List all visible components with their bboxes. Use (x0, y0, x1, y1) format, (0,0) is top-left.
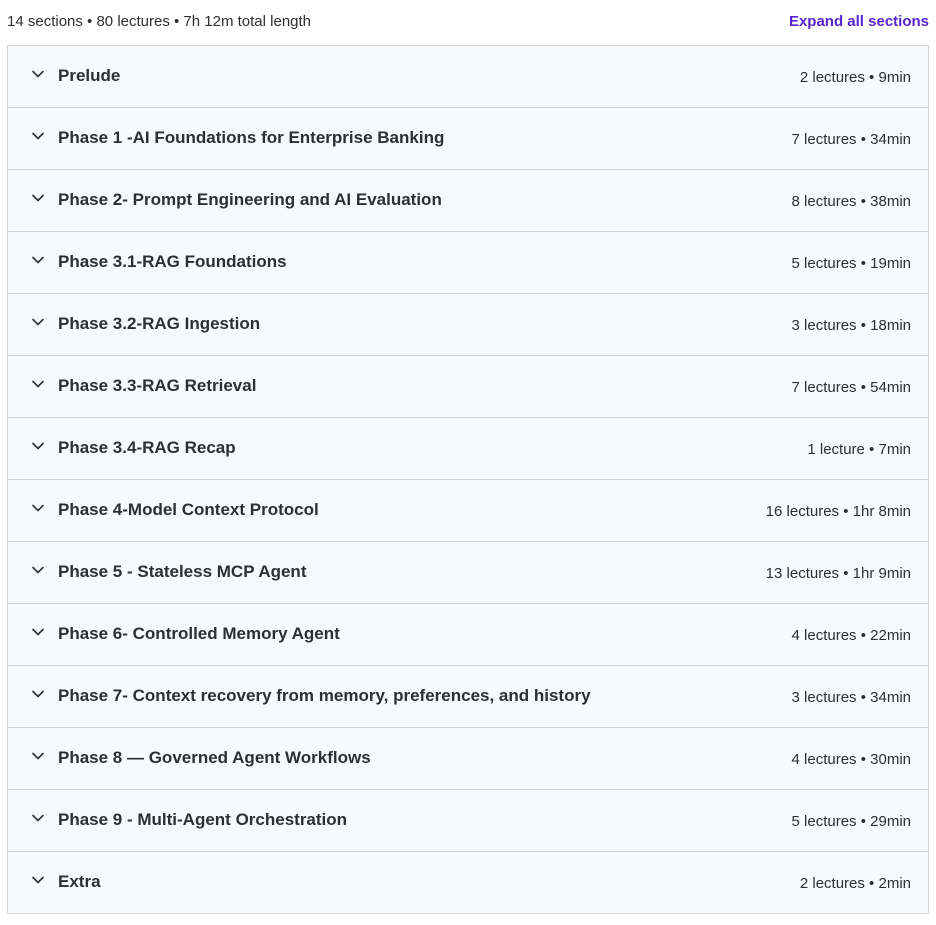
section-meta: 3 lectures • 34min (791, 689, 911, 706)
chevron-down-icon (32, 566, 44, 574)
curriculum-sections-list: Prelude 2 lectures • 9min Phase 1 -AI Fo… (7, 45, 929, 914)
section-meta: 8 lectures • 38min (791, 193, 911, 210)
chevron-down-icon (32, 752, 44, 760)
section-header[interactable]: Phase 3.3-RAG Retrieval 7 lectures • 54m… (8, 356, 928, 418)
chevron-down-icon (32, 442, 44, 450)
section-title: Phase 8 — Governed Agent Workflows (58, 748, 371, 767)
section-title: Phase 3.3-RAG Retrieval (58, 376, 257, 395)
chevron-down-icon (32, 380, 44, 388)
section-meta: 2 lectures • 2min (799, 875, 911, 892)
section-header[interactable]: Phase 3.4-RAG Recap 1 lecture • 7min (8, 418, 928, 480)
section-title: Prelude (58, 66, 121, 85)
chevron-down-icon (32, 194, 44, 202)
section-header[interactable]: Phase 3.2-RAG Ingestion 3 lectures • 18m… (8, 294, 928, 356)
section-header[interactable]: Phase 5 - Stateless MCP Agent 13 lecture… (8, 542, 928, 604)
section-title: Phase 2- Prompt Engineering and AI Evalu… (58, 190, 442, 209)
section-title: Phase 3.1-RAG Foundations (58, 252, 287, 271)
chevron-down-icon (32, 504, 44, 512)
section-header[interactable]: Phase 2- Prompt Engineering and AI Evalu… (8, 170, 928, 232)
section-meta: 3 lectures • 18min (791, 317, 911, 334)
expand-all-sections-button[interactable]: Expand all sections (789, 13, 929, 30)
chevron-down-icon (32, 132, 44, 140)
section-header[interactable]: Phase 3.1-RAG Foundations 5 lectures • 1… (8, 232, 928, 294)
section-meta: 4 lectures • 30min (791, 751, 911, 768)
section-title: Phase 4-Model Context Protocol (58, 500, 319, 519)
section-header[interactable]: Phase 6- Controlled Memory Agent 4 lectu… (8, 604, 928, 666)
section-header[interactable]: Phase 1 -AI Foundations for Enterprise B… (8, 108, 928, 170)
section-title: Phase 9 - Multi-Agent Orchestration (58, 810, 348, 829)
curriculum-summary-bar: 14 sections • 80 lectures • 7h 12m total… (0, 0, 936, 45)
section-title: Phase 1 -AI Foundations for Enterprise B… (58, 128, 445, 147)
section-header[interactable]: Phase 8 — Governed Agent Workflows 4 lec… (8, 728, 928, 790)
section-meta: 5 lectures • 29min (791, 813, 911, 830)
chevron-down-icon (32, 318, 44, 326)
section-header[interactable]: Phase 4-Model Context Protocol 16 lectur… (8, 480, 928, 542)
section-meta: 5 lectures • 19min (791, 255, 911, 272)
section-title: Phase 3.4-RAG Recap (58, 438, 236, 457)
section-title: Phase 3.2-RAG Ingestion (58, 314, 261, 333)
chevron-down-icon (32, 814, 44, 822)
chevron-down-icon (32, 628, 44, 636)
chevron-down-icon (32, 70, 44, 78)
section-meta: 1 lecture • 7min (807, 441, 911, 458)
section-meta: 4 lectures • 22min (791, 627, 911, 644)
chevron-down-icon (32, 256, 44, 264)
section-header[interactable]: Phase 9 - Multi-Agent Orchestration 5 le… (8, 790, 928, 852)
section-header[interactable]: Prelude 2 lectures • 9min (8, 46, 928, 108)
section-header[interactable]: Extra 2 lectures • 2min (8, 852, 928, 913)
section-title: Phase 7- Context recovery from memory, p… (58, 686, 591, 705)
chevron-down-icon (32, 690, 44, 698)
section-header[interactable]: Phase 7- Context recovery from memory, p… (8, 666, 928, 728)
section-title: Phase 5 - Stateless MCP Agent (58, 562, 307, 581)
section-meta: 7 lectures • 34min (791, 131, 911, 148)
chevron-down-icon (32, 876, 44, 884)
section-title: Extra (58, 872, 101, 891)
curriculum-summary-text: 14 sections • 80 lectures • 7h 12m total… (7, 13, 312, 30)
section-meta: 7 lectures • 54min (791, 379, 911, 396)
section-title: Phase 6- Controlled Memory Agent (58, 624, 340, 643)
section-meta: 2 lectures • 9min (799, 69, 911, 86)
section-meta: 13 lectures • 1hr 9min (765, 565, 911, 582)
section-meta: 16 lectures • 1hr 8min (765, 503, 911, 520)
